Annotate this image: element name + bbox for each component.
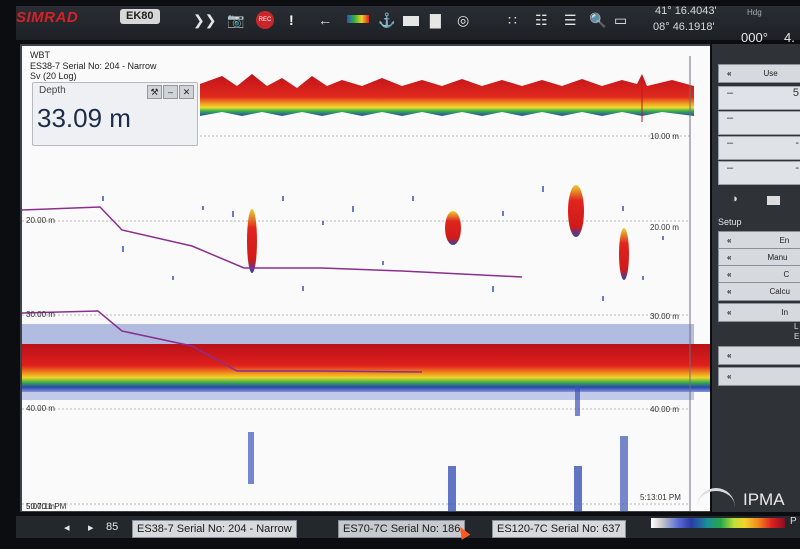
extra-label-2: E: [794, 332, 800, 341]
tab-es120[interactable]: ES120-7C Serial No: 637: [492, 520, 626, 538]
setup-button-7[interactable]: «: [718, 367, 800, 386]
back-arrow-icon[interactable]: ←: [318, 12, 332, 28]
depth-widget[interactable]: Depth ⚒ – ✕ 33.09 m: [32, 82, 198, 146]
left-tick-30m: 30.00 m: [26, 310, 55, 319]
minimize-icon[interactable]: –: [163, 85, 178, 99]
setup-button-5[interactable]: «In: [718, 303, 800, 322]
settings-icon[interactable]: ⚒: [147, 85, 162, 99]
extra-label-1: L: [794, 322, 799, 331]
setup-button-6[interactable]: «: [718, 346, 800, 365]
left-tick-40m: 40.00 m: [26, 404, 55, 413]
camera-icon[interactable]: 📷: [227, 12, 244, 28]
product-badge: EK80: [120, 9, 160, 24]
longitude: 08° 46.1918': [653, 21, 715, 33]
latitude: 41° 16.4043': [655, 5, 717, 17]
collapse-chevron-icon[interactable]: ❯❯: [193, 12, 216, 28]
right-tick-20m: 20.00 m: [650, 223, 679, 232]
fish-school-3: [568, 185, 584, 237]
bottom-echo: [22, 344, 710, 392]
heading-value: 000°: [741, 30, 768, 45]
fish-school-4: [619, 228, 629, 280]
right-tick-30m: 30.00 m: [650, 312, 679, 321]
anchor-depth-icon[interactable]: ⚓: [378, 12, 395, 28]
prev-arrow-icon[interactable]: ◂: [64, 521, 70, 534]
signal-icon[interactable]: ◑: [731, 193, 738, 205]
value-row-4[interactable]: – -: [718, 161, 800, 185]
brand-logo: SIMRAD: [16, 9, 79, 26]
fish-school-1: [247, 209, 257, 273]
depth-label: Depth: [39, 85, 66, 96]
alert-icon[interactable]: !: [289, 12, 294, 28]
speed-value: 4.: [784, 30, 795, 45]
tab-es38[interactable]: ES38-7 Serial No: 204 - Narrow: [132, 520, 297, 538]
right-tick-10m: 10.00 m: [650, 132, 679, 141]
ping-counter: 85: [106, 521, 119, 533]
battery-icon[interactable]: ▭: [614, 12, 627, 28]
setup-button-4[interactable]: «Calcu: [718, 282, 800, 301]
color-scale-bar: [651, 518, 785, 528]
value-row-3[interactable]: – -: [718, 136, 800, 160]
tab-es70[interactable]: ES70-7C Serial No: 186: [338, 520, 466, 538]
ipma-watermark: IPMA: [743, 490, 785, 509]
setup-title: Setup: [718, 217, 742, 227]
heading-label: Hdg: [747, 8, 762, 17]
next-arrow-icon[interactable]: ▸: [88, 521, 94, 534]
bar-chart-icon[interactable]: ▇: [430, 12, 441, 28]
left-tick-20m: 20.00 m: [26, 216, 55, 225]
scatter-icon[interactable]: ∷: [508, 12, 517, 28]
surface-echo: [200, 74, 694, 116]
time-end: 5:13:01 PM: [640, 493, 681, 502]
monitor-icon[interactable]: [767, 196, 780, 205]
use-button[interactable]: «Use: [718, 64, 800, 83]
sliders-icon[interactable]: ☰: [564, 12, 577, 28]
record-button[interactable]: REC: [256, 11, 274, 29]
fish-school-2: [445, 211, 461, 245]
target-icon[interactable]: ◎: [457, 12, 469, 28]
color-scale-icon[interactable]: [347, 15, 369, 23]
seabed-icon[interactable]: [403, 16, 419, 26]
time-start: 5:07:11 PM: [26, 502, 67, 511]
grid-icon[interactable]: ☷: [535, 12, 548, 28]
zoom-icon[interactable]: 🔍: [589, 12, 606, 28]
colorbar-end-label: P: [790, 516, 797, 527]
right-tick-40m: 40.00 m: [650, 405, 679, 414]
value-row-1[interactable]: –5: [718, 86, 800, 110]
depth-value: 33.09 m: [37, 103, 131, 133]
value-row-2[interactable]: –: [718, 111, 800, 135]
close-icon[interactable]: ✕: [179, 85, 194, 99]
